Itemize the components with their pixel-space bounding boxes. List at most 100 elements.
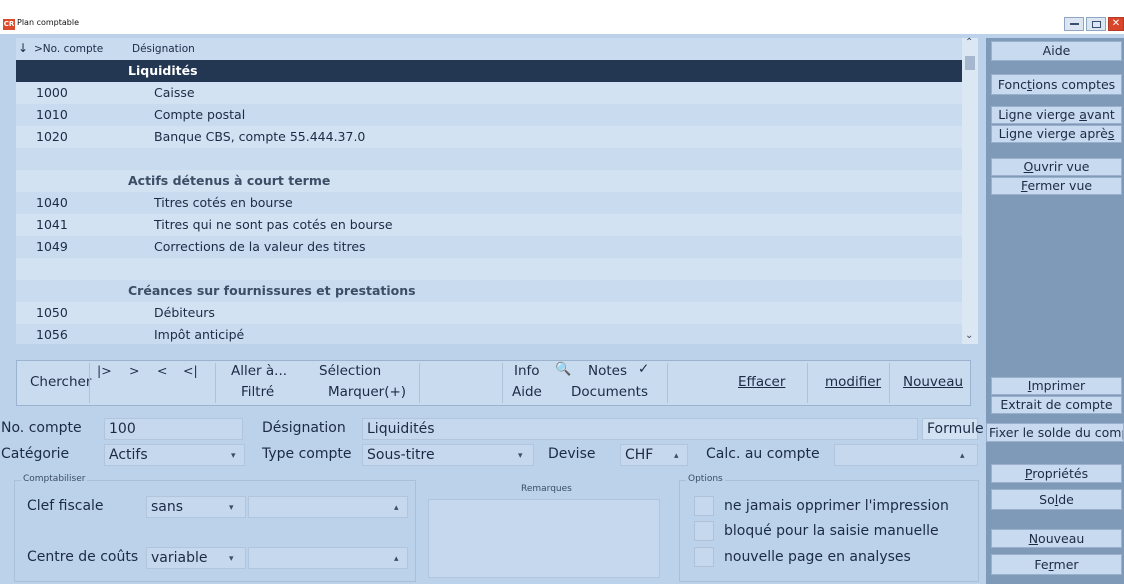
blocked-manual-entry-checkbox[interactable] <box>694 521 714 541</box>
scroll-thumb[interactable] <box>965 56 975 70</box>
close-window-button[interactable]: ✕ <box>1108 17 1124 31</box>
account-type-select[interactable]: Sous-titre <box>362 444 534 466</box>
maximize-icon <box>1092 21 1101 28</box>
minimize-button[interactable] <box>1064 17 1084 31</box>
sort-indicator[interactable]: ↓ <box>18 41 28 55</box>
prev-record-button[interactable]: > <box>129 363 139 378</box>
account-statement-button[interactable]: Extrait de compte <box>991 396 1122 414</box>
blank-line-before-button[interactable]: Ligne vierge avant <box>991 106 1122 124</box>
chevron-up-icon[interactable]: ▴ <box>394 554 399 564</box>
print-button[interactable]: Imprimer <box>991 377 1122 395</box>
formula-button[interactable]: Formule <box>922 418 984 440</box>
selection-button[interactable]: Sélection <box>319 363 381 379</box>
chevron-down-icon[interactable]: ▾ <box>518 451 523 461</box>
designation-cell: Compte postal <box>154 107 246 122</box>
account-functions-button[interactable]: Fonctions comptes <box>991 74 1122 95</box>
maximize-button[interactable] <box>1086 17 1106 31</box>
account-number-cell: 1000 <box>36 85 68 100</box>
designation-cell: Titres qui ne sont pas cotés en bourse <box>154 217 393 232</box>
table-row[interactable]: 1049 Corrections de la valeur des titres <box>16 236 962 258</box>
tax-key-detail-field[interactable] <box>248 496 408 518</box>
designation-field[interactable]: Liquidités <box>362 418 918 440</box>
account-no-field[interactable]: 100 <box>104 418 243 440</box>
table-row[interactable] <box>16 148 962 170</box>
table-row[interactable]: 1020 Banque CBS, compte 55.444.37.0 <box>16 126 962 148</box>
fix-balance-button[interactable]: Fixer le solde du compte <box>986 423 1124 442</box>
close-view-button[interactable]: Fermer vue <box>991 177 1122 195</box>
category-select[interactable]: Actifs <box>104 444 245 466</box>
designation-cell: Banque CBS, compte 55.444.37.0 <box>154 129 366 144</box>
account-number-cell: 1056 <box>36 327 68 342</box>
info-button[interactable]: Info <box>514 363 540 379</box>
remarks-textarea[interactable] <box>428 499 660 578</box>
designation-cell: Liquidités <box>128 63 198 78</box>
accounts-grid: ↓ >No. compte Désignation Liquidités 1000… <box>16 37 978 346</box>
filtered-button[interactable]: Filtré <box>241 384 274 400</box>
new-button[interactable]: Nouveau <box>903 374 963 390</box>
col-header-designation[interactable]: Désignation <box>132 43 195 55</box>
help-button[interactable]: Aide <box>991 41 1122 61</box>
search-button[interactable]: Chercher <box>30 374 91 390</box>
new-page-analyses-checkbox[interactable] <box>694 547 714 567</box>
next-record-button[interactable]: < <box>157 363 167 378</box>
designation-label: Désignation <box>262 420 346 436</box>
chevron-up-icon[interactable]: ▴ <box>960 451 965 461</box>
blank-line-after-button[interactable]: Ligne vierge après <box>991 125 1122 143</box>
table-row[interactable]: 1056 Impôt anticipé <box>16 324 962 346</box>
window-title: Plan comptable <box>17 18 79 27</box>
divider <box>807 363 808 403</box>
last-record-button[interactable]: <| <box>183 363 198 378</box>
side-panel: Aide Fonctions comptes Ligne vierge avan… <box>986 38 1124 584</box>
modify-button[interactable]: modifier <box>825 374 881 390</box>
table-row[interactable]: 1000 Caisse <box>16 82 962 104</box>
table-row-selected[interactable]: Liquidités <box>16 60 962 82</box>
table-row[interactable] <box>16 258 962 280</box>
goto-button[interactable]: Aller à... <box>231 363 287 379</box>
mark-button[interactable]: Marquer(+) <box>328 384 406 400</box>
title-bar <box>0 0 1124 34</box>
account-number-cell: 1020 <box>36 129 68 144</box>
chevron-up-icon[interactable]: ▴ <box>674 451 679 461</box>
table-row[interactable]: 1010 Compte postal <box>16 104 962 126</box>
table-row[interactable]: 1040 Titres cotés en bourse <box>16 192 962 214</box>
properties-button[interactable]: Propriétés <box>991 464 1122 483</box>
cost-center-label: Centre de coûts <box>27 549 139 565</box>
preview-icon[interactable]: 🔍 <box>555 362 571 377</box>
chevron-down-icon[interactable]: ▾ <box>231 451 236 461</box>
account-type-label: Type compte <box>262 446 352 462</box>
calc-account-select[interactable] <box>834 444 978 466</box>
divider <box>419 363 420 403</box>
col-header-number[interactable]: >No. compte <box>34 43 103 55</box>
cost-center-detail-field[interactable] <box>248 547 408 569</box>
first-record-button[interactable]: |> <box>97 363 112 378</box>
notes-button[interactable]: Notes <box>588 363 627 379</box>
documents-button[interactable]: Documents <box>571 384 648 400</box>
account-no-label: No. compte <box>1 420 82 436</box>
account-number-cell: 1050 <box>36 305 68 320</box>
chevron-down-icon[interactable]: ▾ <box>229 554 234 564</box>
table-row[interactable]: 1041 Titres qui ne sont pas cotés en bour… <box>16 214 962 236</box>
delete-button[interactable]: Effacer <box>738 374 785 390</box>
chevron-down-icon[interactable]: ▾ <box>229 503 234 513</box>
close-icon: ✕ <box>1111 18 1121 29</box>
chevron-up-icon[interactable]: ▴ <box>394 503 399 513</box>
designation-cell: Corrections de la valeur des titres <box>154 239 366 254</box>
divider <box>667 363 668 403</box>
never-suppress-print-checkbox[interactable] <box>694 496 714 516</box>
table-row[interactable]: Actifs détenus à court terme <box>16 170 962 192</box>
balance-button[interactable]: Solde <box>991 489 1122 510</box>
close-button[interactable]: Fermer <box>991 554 1122 575</box>
designation-cell: Titres cotés en bourse <box>154 195 293 210</box>
scroll-down-icon[interactable]: ⌄ <box>965 330 973 341</box>
open-view-button[interactable]: Ouvrir vue <box>991 158 1122 176</box>
table-row[interactable]: 1050 Débiteurs <box>16 302 962 324</box>
help-button-nav[interactable]: Aide <box>512 384 542 400</box>
table-row[interactable]: Créances sur fournissures et prestations <box>16 280 962 302</box>
new-account-button[interactable]: Nouveau <box>991 529 1122 548</box>
scroll-up-icon[interactable]: ⌃ <box>965 37 973 48</box>
never-suppress-print-label: ne jamais opprimer l'impression <box>724 498 949 514</box>
account-number-cell: 1040 <box>36 195 68 210</box>
book-group-title: Comptabiliser <box>21 474 88 484</box>
vertical-scrollbar[interactable]: ⌃ ⌄ <box>962 37 978 344</box>
designation-cell: Actifs détenus à court terme <box>128 173 331 188</box>
